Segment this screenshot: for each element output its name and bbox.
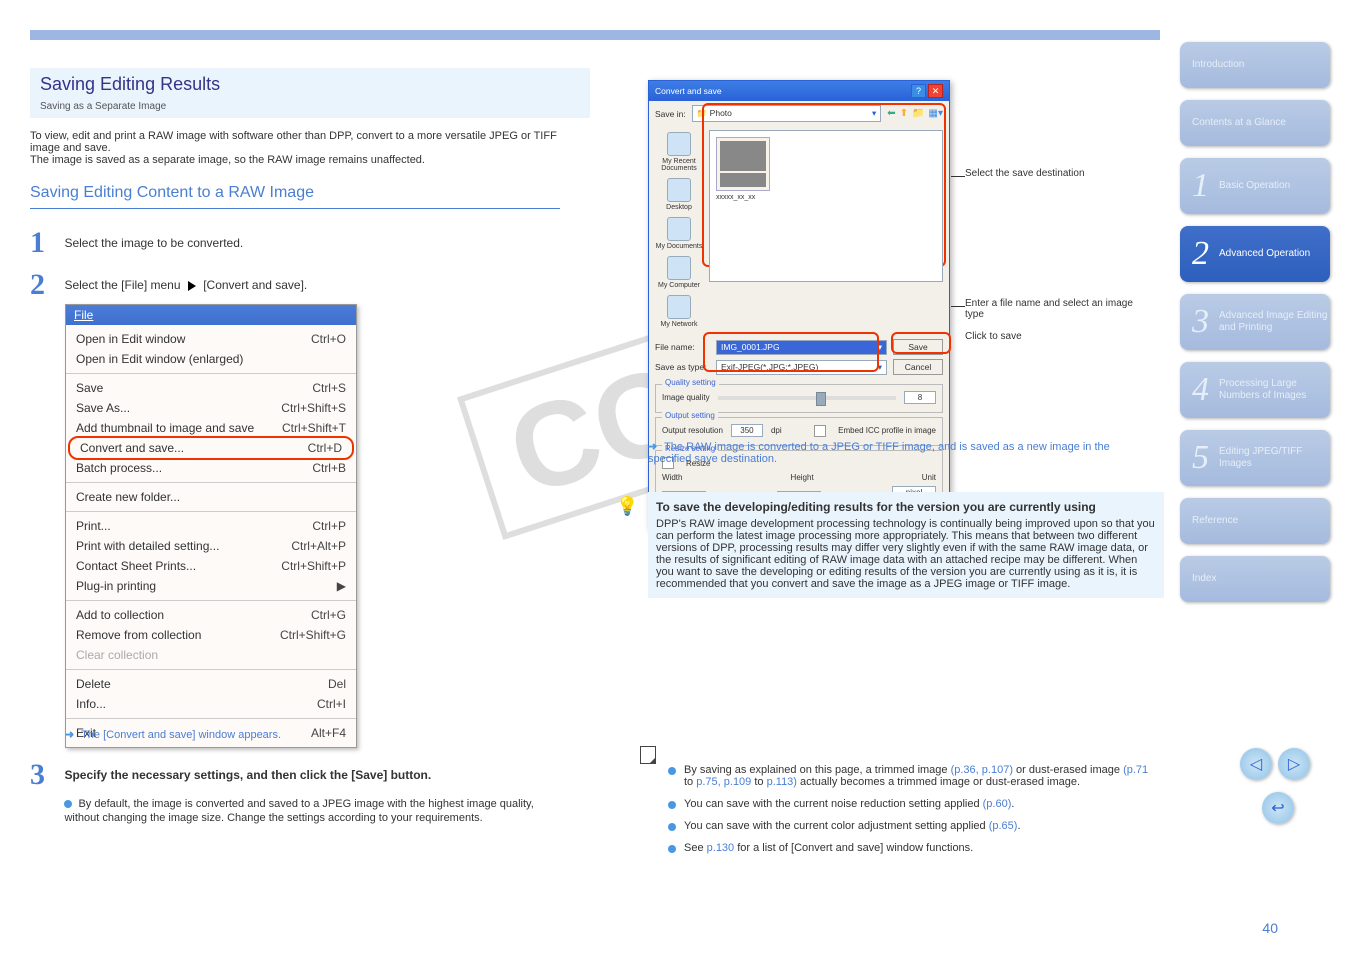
result-text: ➜ The RAW image is converted to a JPEG o… [648,440,1148,465]
menu-title: File [66,305,356,325]
bullet-icon [64,800,72,808]
help-icon[interactable]: ? [911,84,926,98]
menu-item[interactable]: Open in Edit windowCtrl+O [66,329,356,349]
side-navigation: Introduction Contents at a Glance 1Basic… [1180,42,1330,614]
place-item[interactable]: My Computer [658,256,700,289]
return-button[interactable]: ↩ [1262,792,1294,824]
highlight-box [703,332,879,372]
nav-contents[interactable]: Contents at a Glance [1180,100,1330,146]
nav-intro[interactable]: Introduction [1180,42,1330,88]
page-nav-arrows: ◁ ▷ [1240,748,1310,780]
page-number: 40 [1262,920,1278,936]
dialog-titlebar: Convert and save ? ✕ [649,81,949,101]
quality-value[interactable]: 8 [904,391,936,404]
place-item[interactable]: My Network [661,295,698,328]
arrow-right-icon: ➜ [648,441,657,453]
page-link[interactable]: p.107) [982,764,1013,776]
intro-text: To view, edit and print a RAW image with… [30,130,560,166]
step-number: 3 [30,758,60,792]
menu-item[interactable]: Save As...Ctrl+Shift+S [66,398,356,418]
file-area[interactable]: xxxxx_xx_xx [709,130,943,282]
nav-reference[interactable]: Reference [1180,498,1330,544]
callout-filename: Enter a file name and select an image ty… [965,298,1150,342]
nav-index[interactable]: Index [1180,556,1330,602]
menu-item[interactable]: SaveCtrl+S [66,378,356,398]
resolution-input[interactable]: 350 [731,424,763,437]
step-number: 2 [30,268,60,302]
page-link[interactable]: p.113) [767,776,797,788]
savetype-label: Save as type: [655,362,710,372]
note-icon [640,746,656,764]
menu-item[interactable]: Print...Ctrl+P [66,516,356,536]
places-bar: My Recent Documents Desktop My Documents My… [649,126,709,334]
triangle-right-icon [188,281,196,291]
menu-item[interactable]: Remove from collectionCtrl+Shift+G [66,625,356,645]
quality-slider[interactable] [718,396,896,400]
menu-item[interactable]: Plug-in printing▶ [66,576,356,596]
step-3: 3 Specify the necessary settings, and th… [30,758,564,824]
next-page-button[interactable]: ▷ [1278,748,1310,780]
thumbnail-label: xxxxx_xx_xx [716,194,936,201]
menu-item[interactable]: Contact Sheet Prints...Ctrl+Shift+P [66,556,356,576]
page-header: Saving Editing Results Saving as a Separ… [30,68,590,118]
menu-item[interactable]: Convert and save...Ctrl+D [70,438,352,458]
place-item[interactable]: My Recent Documents [649,132,709,172]
back-nav: ↩ [1262,792,1294,824]
section-title: Saving Editing Content to a RAW Image [30,184,560,209]
page-link[interactable]: p.75, [696,776,720,788]
step-2: 2 Select the [File] menu [Convert and sa… [30,268,307,302]
menu-item[interactable]: Add to collectionCtrl+G [66,605,356,625]
filename-label: File name: [655,342,710,352]
tip-box: 💡 To save the developing/editing results… [648,492,1164,598]
place-item[interactable]: My Documents [656,217,703,250]
result-text: ➜ The [Convert and save] window appears. [65,728,281,741]
page-link[interactable]: p.130 [707,842,735,854]
callout-save-dest: Select the save destination [965,168,1150,179]
page-link[interactable]: (p.60) [983,798,1012,810]
place-item[interactable]: Desktop [666,178,692,211]
file-menu: File Open in Edit windowCtrl+OOpen in Ed… [65,304,357,748]
page-link[interactable]: (p.71 [1123,764,1148,776]
menu-item[interactable]: Add thumbnail to image and saveCtrl+Shif… [66,418,356,438]
menu-item[interactable]: Batch process...Ctrl+B [66,458,356,478]
page-link[interactable]: (p.65) [989,820,1018,832]
quality-group: Quality setting Image quality 8 [655,384,943,413]
embed-icc-checkbox[interactable] [814,425,826,437]
menu-item[interactable]: Open in Edit window (enlarged) [66,349,356,369]
thumbnail-image [720,141,766,171]
cancel-button[interactable]: Cancel [893,359,943,375]
page-title: Saving Editing Results [30,68,590,101]
notes-list: By saving as explained on this page, a t… [640,746,1150,864]
page-subtitle: Saving as a Separate Image [30,101,590,112]
highlight-box [891,332,951,354]
top-divider [30,30,1160,40]
menu-item[interactable]: DeleteDel [66,674,356,694]
step-number: 1 [30,226,60,260]
step-1: 1 Select the image to be converted. [30,226,243,260]
nav-chapter-5[interactable]: 5Editing JPEG/TIFF Images [1180,430,1330,486]
nav-chapter-4[interactable]: 4Processing Large Numbers of Images [1180,362,1330,418]
nav-chapter-3[interactable]: 3Advanced Image Editing and Printing [1180,294,1330,350]
savein-label: Save in: [655,109,686,119]
nav-chapter-2[interactable]: 2Advanced Operation [1180,226,1330,282]
menu-item[interactable]: Print with detailed setting...Ctrl+Alt+P [66,536,356,556]
menu-item[interactable]: Clear collection [66,645,356,665]
file-thumbnail[interactable] [716,137,770,191]
page-link[interactable]: (p.36, [951,764,979,776]
menu-item[interactable]: Info...Ctrl+I [66,694,356,714]
menu-item[interactable]: Create new folder... [66,487,356,507]
lightbulb-icon: 💡 [616,496,638,517]
page-link[interactable]: p.109 [724,776,752,788]
nav-chapter-1[interactable]: 1Basic Operation [1180,158,1330,214]
arrow-right-icon: ➜ [65,729,74,741]
close-icon[interactable]: ✕ [928,84,943,98]
prev-page-button[interactable]: ◁ [1240,748,1272,780]
